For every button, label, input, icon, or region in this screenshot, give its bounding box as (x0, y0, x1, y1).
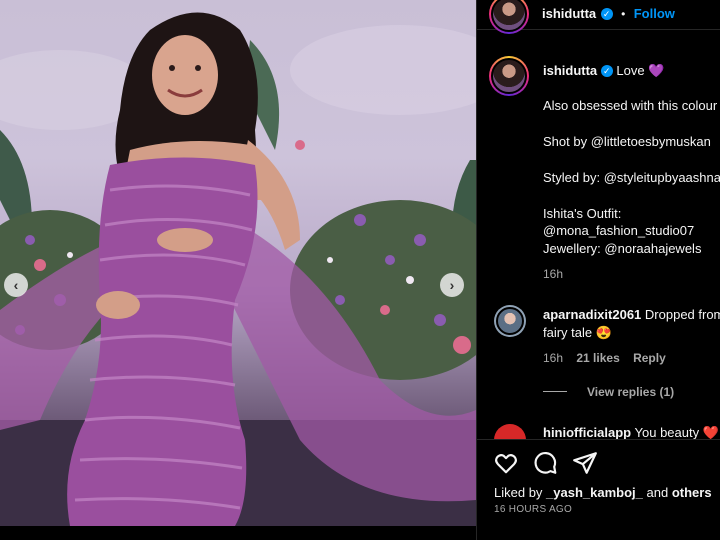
comment-reply-button[interactable]: Reply (633, 351, 666, 365)
liked-by-user[interactable]: _yash_kamboj_ (546, 485, 643, 500)
comment-username[interactable]: aparnadixit2061 (543, 307, 641, 322)
comment: aparnadixit2061 Dropped from (543, 306, 720, 324)
comment-text: You beauty ❤️ (634, 425, 719, 440)
caption-time[interactable]: 16h (543, 266, 563, 283)
caption-line[interactable]: @mona_fashion_studio07 (543, 222, 694, 239)
caption-line[interactable]: Shot by @littletoesbymuskan (543, 133, 711, 150)
caption-line[interactable]: Styled by: @styleitupbyaashna (543, 169, 720, 186)
share-icon[interactable] (572, 450, 598, 476)
liked-by-others[interactable]: others (672, 485, 712, 500)
heart-icon[interactable] (493, 450, 519, 476)
comment-icon[interactable] (532, 450, 558, 476)
chevron-left-icon: ‹ (13, 277, 19, 293)
caption-line[interactable]: Jewellery: @noraahajewels (543, 240, 701, 257)
chevron-right-icon: › (449, 277, 455, 293)
post-image[interactable]: ‹ › (0, 0, 476, 526)
caption-first-line: Love 💜 (616, 63, 665, 78)
header-separator: • (621, 7, 626, 21)
commenter-avatar[interactable] (494, 305, 526, 337)
post-timestamp[interactable]: 16 HOURS AGO (494, 504, 572, 515)
comment-meta: 16h 21 likes Reply (543, 349, 676, 367)
author-username[interactable]: ishidutta (542, 6, 596, 21)
post-header: ishidutta ✓ • Follow (477, 0, 720, 34)
view-replies-button[interactable]: View replies (1) (587, 383, 674, 401)
post-actions: Liked by _yash_kamboj_ and others 16 HOU… (477, 439, 720, 540)
author-avatar[interactable] (489, 0, 529, 34)
caption-line: Ishita's Outfit: (543, 206, 622, 221)
post-side-panel: ishidutta ✓ • Follow ishidutta ✓ Love 💜 … (476, 0, 720, 540)
verified-badge-icon: ✓ (600, 65, 613, 77)
follow-button[interactable]: Follow (634, 6, 675, 21)
comment-likes[interactable]: 21 likes (576, 351, 619, 365)
comment-time[interactable]: 16h (543, 351, 563, 365)
replies-divider (543, 391, 567, 392)
caption-username[interactable]: ishidutta (543, 63, 597, 78)
post-photo-illustration (0, 12, 476, 526)
carousel-next-button[interactable]: › (440, 273, 464, 297)
caption-author-avatar[interactable] (489, 56, 529, 96)
liked-by-prefix: Liked by (494, 485, 543, 500)
comment-text: Dropped from (644, 307, 720, 322)
comment-username[interactable]: hiniofficialapp (543, 425, 631, 440)
caption-line: Also obsessed with this colour (543, 98, 718, 113)
liked-by-and: and (646, 485, 669, 500)
verified-badge-icon: ✓ (600, 8, 613, 20)
carousel-prev-button[interactable]: ‹ (4, 273, 28, 297)
comment-text-line: fairy tale 😍 (543, 325, 612, 340)
liked-by-text: Liked by _yash_kamboj_ and others (494, 485, 712, 500)
